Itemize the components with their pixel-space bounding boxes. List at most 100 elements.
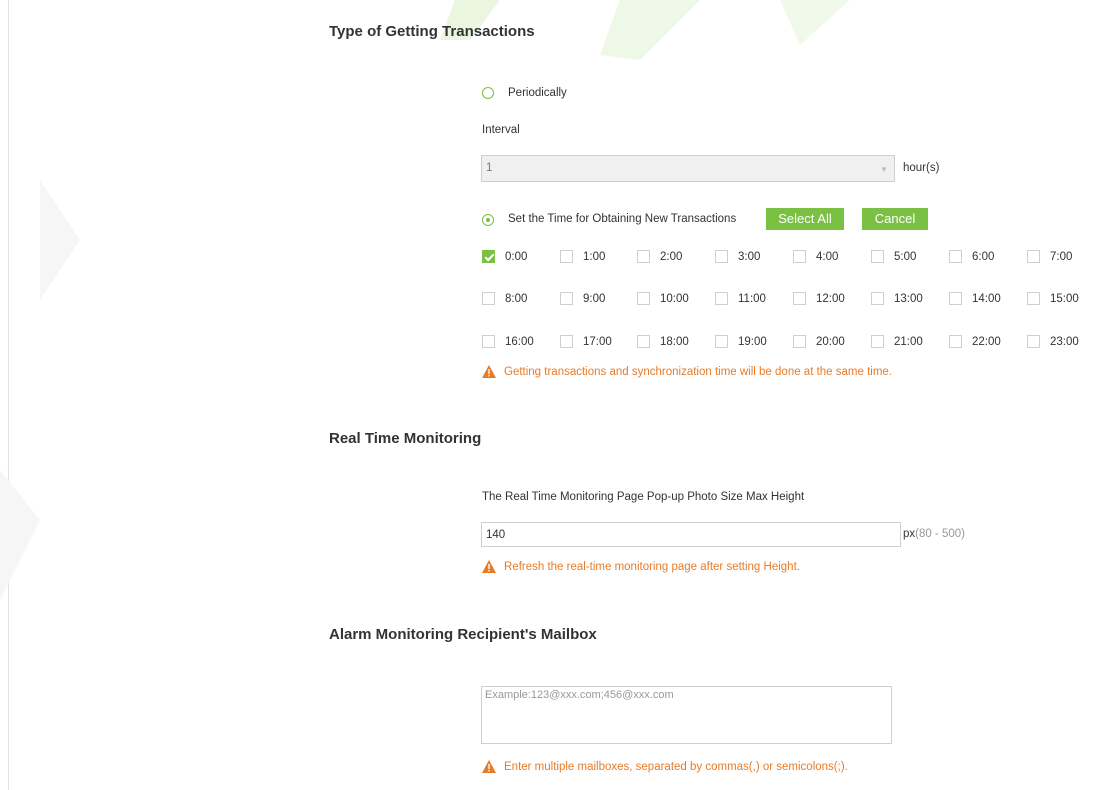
hour-checkbox[interactable] — [637, 292, 650, 305]
hour-label: 12:00 — [816, 292, 845, 305]
hour-label: 16:00 — [505, 335, 534, 348]
interval-select[interactable]: 1 ▼ — [481, 155, 895, 182]
hour-label: 23:00 — [1050, 335, 1079, 348]
cancel-button[interactable]: Cancel — [862, 208, 928, 230]
set-time-radio[interactable] — [482, 214, 494, 226]
hour-option[interactable]: 17:00 — [560, 335, 612, 348]
interval-label: Interval — [482, 124, 520, 136]
hour-label: 19:00 — [738, 335, 767, 348]
hour-label: 13:00 — [894, 292, 923, 305]
set-time-label: Set the Time for Obtaining New Transacti… — [508, 213, 737, 225]
hour-label: 14:00 — [972, 292, 1001, 305]
transactions-warning-text: Getting transactions and synchronization… — [504, 365, 893, 378]
hour-option[interactable]: 16:00 — [482, 335, 534, 348]
hour-label: 17:00 — [583, 335, 612, 348]
section-title-transactions: Type of Getting Transactions — [329, 23, 535, 40]
hour-option[interactable]: 2:00 — [637, 250, 682, 263]
photo-size-label: The Real Time Monitoring Page Pop-up Pho… — [482, 491, 805, 503]
page-left-border — [8, 0, 9, 790]
hour-label: 22:00 — [972, 335, 1001, 348]
hour-label: 15:00 — [1050, 292, 1079, 305]
hour-option[interactable]: 4:00 — [793, 250, 838, 263]
hour-option[interactable]: 0:00 — [482, 250, 527, 263]
hour-label: 21:00 — [894, 335, 923, 348]
hour-label: 20:00 — [816, 335, 845, 348]
hour-checkbox[interactable] — [871, 292, 884, 305]
hour-checkbox[interactable] — [793, 292, 806, 305]
hour-option[interactable]: 22:00 — [949, 335, 1001, 348]
hour-option[interactable]: 5:00 — [871, 250, 916, 263]
periodically-radio[interactable] — [482, 87, 494, 99]
hour-label: 2:00 — [660, 250, 683, 263]
hour-option[interactable]: 14:00 — [949, 292, 1001, 305]
hour-option[interactable]: 1:00 — [560, 250, 605, 263]
interval-value: 1 — [486, 162, 493, 174]
hour-label: 11:00 — [738, 292, 766, 305]
section-title-realtime: Real Time Monitoring — [329, 430, 482, 447]
hour-checkbox[interactable] — [871, 250, 884, 263]
hour-option[interactable]: 8:00 — [482, 292, 527, 305]
hour-option[interactable]: 7:00 — [1027, 250, 1072, 263]
mailbox-textarea[interactable] — [481, 686, 892, 744]
warning-triangle-icon — [482, 760, 496, 773]
hour-option[interactable]: 11:00 — [715, 292, 766, 305]
mailbox-warning-text: Enter multiple mailboxes, separated by c… — [504, 760, 848, 773]
hour-checkbox[interactable] — [715, 292, 728, 305]
hour-option[interactable]: 21:00 — [871, 335, 923, 348]
hour-checkbox[interactable] — [793, 335, 806, 348]
hour-checkbox[interactable] — [949, 335, 962, 348]
hour-label: 8:00 — [505, 292, 528, 305]
hour-label: 3:00 — [738, 250, 761, 263]
hour-option[interactable]: 12:00 — [793, 292, 845, 305]
section-title-mailbox: Alarm Monitoring Recipient's Mailbox — [329, 626, 597, 643]
hour-checkbox[interactable] — [482, 250, 495, 263]
hour-label: 6:00 — [972, 250, 995, 263]
hour-checkbox[interactable] — [793, 250, 806, 263]
hour-option[interactable]: 9:00 — [560, 292, 605, 305]
hour-option[interactable]: 15:00 — [1027, 292, 1079, 305]
max-height-input[interactable] — [481, 522, 901, 547]
warning-triangle-icon — [482, 560, 496, 573]
hour-option[interactable]: 13:00 — [871, 292, 923, 305]
periodically-label: Periodically — [508, 87, 567, 99]
hour-option[interactable]: 10:00 — [637, 292, 689, 305]
hour-option[interactable]: 3:00 — [715, 250, 760, 263]
hour-option[interactable]: 18:00 — [637, 335, 689, 348]
hour-option[interactable]: 6:00 — [949, 250, 994, 263]
hour-option[interactable]: 23:00 — [1027, 335, 1079, 348]
transactions-warning: Getting transactions and synchronization… — [482, 365, 892, 378]
mailbox-warning: Enter multiple mailboxes, separated by c… — [482, 760, 848, 773]
height-unit-range: px(80 - 500) — [903, 528, 965, 540]
hour-label: 5:00 — [894, 250, 917, 263]
hour-label: 4:00 — [816, 250, 839, 263]
hour-checkbox[interactable] — [715, 335, 728, 348]
warning-triangle-icon — [482, 365, 496, 378]
hour-label: 7:00 — [1050, 250, 1073, 263]
hour-checkbox[interactable] — [949, 292, 962, 305]
hour-checkbox[interactable] — [482, 335, 495, 348]
realtime-warning: Refresh the real-time monitoring page af… — [482, 560, 800, 573]
hour-option[interactable]: 19:00 — [715, 335, 767, 348]
hour-checkbox[interactable] — [637, 335, 650, 348]
hour-checkbox[interactable] — [482, 292, 495, 305]
height-range: (80 - 500) — [915, 528, 966, 540]
hour-checkbox[interactable] — [949, 250, 962, 263]
hour-checkbox[interactable] — [715, 250, 728, 263]
background-watermark — [0, 0, 850, 600]
chevron-down-icon: ▼ — [880, 165, 888, 174]
select-all-button[interactable]: Select All — [766, 208, 844, 230]
hour-label: 0:00 — [505, 250, 528, 263]
hour-checkbox[interactable] — [637, 250, 650, 263]
realtime-warning-text: Refresh the real-time monitoring page af… — [504, 560, 800, 573]
hour-checkbox[interactable] — [871, 335, 884, 348]
height-unit: px — [903, 528, 916, 540]
hour-checkbox[interactable] — [560, 292, 573, 305]
hour-checkbox[interactable] — [1027, 335, 1040, 348]
hour-checkbox[interactable] — [560, 250, 573, 263]
hour-checkbox[interactable] — [1027, 292, 1040, 305]
hour-option[interactable]: 20:00 — [793, 335, 845, 348]
hour-checkbox[interactable] — [1027, 250, 1040, 263]
hour-checkbox[interactable] — [560, 335, 573, 348]
interval-unit: hour(s) — [903, 162, 940, 174]
hour-label: 1:00 — [583, 250, 606, 263]
